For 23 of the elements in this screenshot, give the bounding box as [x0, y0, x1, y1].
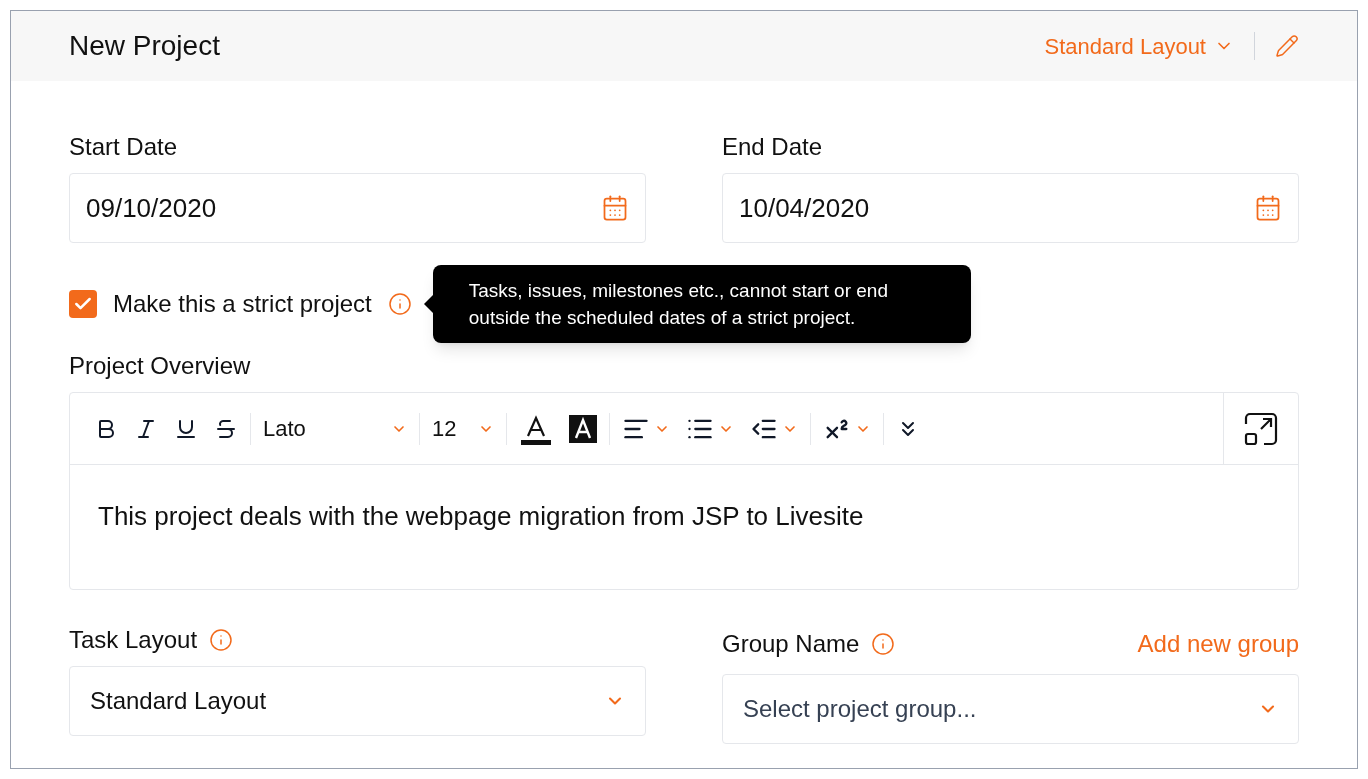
dialog-title: New Project — [69, 29, 220, 63]
strict-checkbox[interactable] — [69, 290, 97, 318]
editor-text: This project deals with the webpage migration from JSP to Livesite — [98, 501, 864, 531]
field-label: Group Name — [722, 630, 860, 658]
field-label: End Date — [722, 133, 824, 161]
checkbox-label: Make this a strict project — [113, 289, 372, 319]
font-dropdown[interactable]: Lato — [255, 412, 415, 445]
field-label: Project Overview — [69, 352, 252, 380]
info-icon[interactable] — [209, 628, 234, 652]
info-icon[interactable] — [871, 632, 896, 656]
date-field[interactable]: 09/10/2020 — [69, 173, 646, 243]
calendar-icon[interactable] — [601, 194, 629, 222]
layout-select[interactable]: Standard Layout — [69, 666, 646, 736]
calendar-icon[interactable] — [1254, 194, 1282, 222]
edit-icon[interactable] — [1275, 34, 1299, 58]
field-label: Start Date — [69, 133, 179, 161]
highlight-icon — [569, 414, 597, 443]
date-field[interactable]: 10/04/2020 — [722, 173, 1299, 243]
field-label: Task Layout — [69, 626, 198, 654]
group-select[interactable]: Select project group... — [722, 674, 1299, 744]
tooltip: Tasks, issues, milestones etc., cannot start or end outside the scheduled dates of a strict project. — [423, 265, 971, 343]
size-dropdown[interactable]: 12 — [424, 412, 502, 445]
info-icon[interactable] — [387, 292, 412, 316]
